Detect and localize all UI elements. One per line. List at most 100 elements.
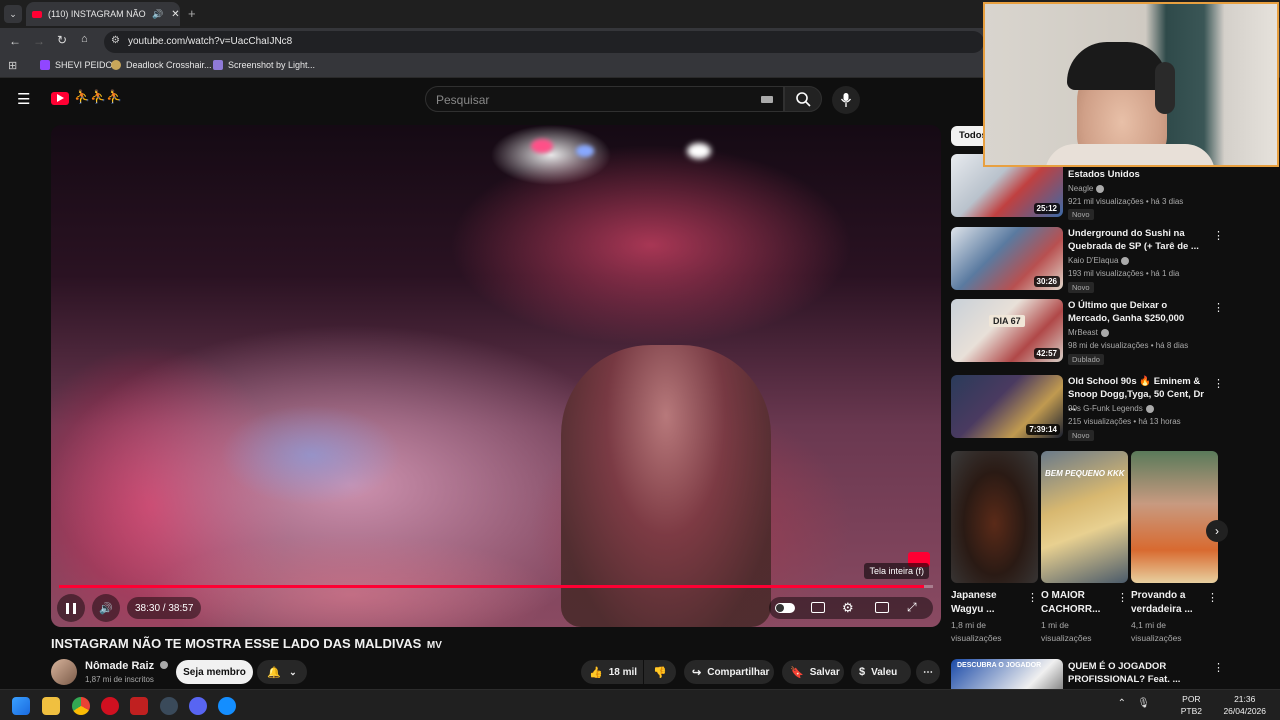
more-options-icon[interactable]: ⋮: [1213, 661, 1224, 674]
search-button[interactable]: [784, 86, 822, 112]
more-options-icon[interactable]: ⋮: [1027, 591, 1038, 604]
video-thumbnail[interactable]: 30:26: [951, 227, 1063, 290]
bookmark-icon: 🔖: [790, 666, 804, 679]
pause-button[interactable]: [57, 594, 85, 622]
video-player[interactable]: Tela inteira (f) 🔊 38:30 / 38:57 ⚙ ⤢: [51, 125, 941, 627]
app-icon[interactable]: [130, 697, 148, 715]
pause-icon: [66, 602, 76, 614]
video-thumbnail[interactable]: DESCUBRA O JOGADOR: [951, 659, 1063, 689]
share-button[interactable]: ↪ Compartilhar: [684, 660, 774, 684]
fullscreen-tooltip: Tela inteira (f): [864, 563, 929, 579]
home-icon[interactable]: ⌂: [81, 33, 88, 45]
video-thumbnail[interactable]: 7:39:14: [951, 375, 1063, 438]
bookmark-screenshot[interactable]: Screenshot by Light...: [213, 60, 315, 70]
save-label: Salvar: [809, 666, 840, 678]
channel-avatar[interactable]: [51, 659, 77, 685]
short-item[interactable]: BEM PEQUENO KKK O MAIOR CACHORR... 1 mi …: [1041, 451, 1128, 645]
windows-start-icon[interactable]: [12, 697, 30, 715]
short-title[interactable]: O MAIOR CACHORR...: [1041, 589, 1113, 617]
apps-grid-icon[interactable]: ⊞: [8, 59, 17, 72]
back-icon[interactable]: ←: [9, 34, 21, 48]
steam-icon[interactable]: [160, 697, 178, 715]
keyboard-layout: PTB2: [1180, 706, 1202, 716]
theater-mode-icon[interactable]: [875, 602, 889, 613]
video-meta: 921 mil visualizações • há 3 dias: [1068, 197, 1184, 206]
channel-name[interactable]: 90s G-Funk Legends: [1068, 404, 1154, 413]
short-item[interactable]: Japanese Wagyu ... 1,8 mi de visualizaçõ…: [951, 451, 1038, 645]
channel-text: Neagle: [1068, 184, 1094, 193]
more-options-icon[interactable]: ⋮: [1117, 591, 1128, 604]
short-views: 4,1 mi de visualizações: [1131, 620, 1182, 643]
channel-name[interactable]: Neagle: [1068, 184, 1105, 193]
short-title[interactable]: Provando a verdadeira ...: [1131, 589, 1203, 617]
hamburger-menu-icon[interactable]: ☰: [17, 90, 30, 108]
tray-mic-icon[interactable]: 🎙: [1137, 698, 1150, 709]
voice-search-button[interactable]: [832, 86, 860, 114]
notifications-button[interactable]: 🔔 ⌄: [257, 660, 307, 684]
subtitles-icon[interactable]: [811, 602, 825, 613]
site-info-icon[interactable]: ⚙: [111, 35, 120, 46]
search-input[interactable]: Pesquisar: [425, 86, 784, 112]
browser-tab-active[interactable]: (110) INSTAGRAM NÃO TE 🔊 ✕: [26, 2, 180, 26]
channel-name[interactable]: MrBeast: [1068, 328, 1109, 337]
microphone-icon: [840, 93, 852, 107]
chrome-icon[interactable]: [72, 697, 90, 715]
youtube-logo-icon[interactable]: [51, 92, 69, 105]
more-options-icon[interactable]: ⋮: [1207, 591, 1218, 604]
recommendation-item[interactable]: DIA 67 42:57 O Último que Deixar o Merca…: [951, 299, 1231, 365]
save-button[interactable]: 🔖 Salvar: [782, 660, 844, 684]
video-thumbnail[interactable]: DIA 67 42:57: [951, 299, 1063, 362]
language-indicator[interactable]: POR PTB2: [1181, 693, 1202, 717]
more-actions-button[interactable]: ⋯: [916, 660, 940, 684]
shorts-next-button[interactable]: ›: [1206, 520, 1228, 542]
battlenet-icon[interactable]: [218, 697, 236, 715]
stage-light: [687, 143, 711, 159]
more-options-icon[interactable]: ⋮: [1213, 301, 1224, 314]
short-title[interactable]: Japanese Wagyu ...: [951, 589, 1023, 617]
bookmark-shevi-peido[interactable]: SHEVI PEIDO: [40, 60, 113, 70]
short-item[interactable]: Provando a verdadeira ... 4,1 mi de visu…: [1131, 451, 1218, 645]
fullscreen-icon[interactable]: ⤢: [907, 600, 917, 615]
close-tab-icon[interactable]: ✕: [171, 9, 179, 20]
volume-button[interactable]: 🔊: [92, 594, 120, 622]
video-title[interactable]: Estados Unidos: [1068, 168, 1208, 181]
short-thumbnail[interactable]: BEM PEQUENO KKK: [1041, 451, 1128, 583]
progress-bar[interactable]: [59, 585, 933, 588]
doodle-logo-icon[interactable]: ⛹⛹⛹: [74, 89, 123, 105]
more-options-icon[interactable]: ⋮: [1213, 229, 1224, 242]
recommendation-item[interactable]: 7:39:14 Old School 90s 🔥 Eminem & Snoop …: [951, 375, 1231, 441]
short-thumbnail[interactable]: [1131, 451, 1218, 583]
discord-icon[interactable]: [189, 697, 207, 715]
dislike-button[interactable]: 👎: [644, 660, 676, 684]
like-button[interactable]: 👍 18 mil: [581, 660, 643, 684]
tab-list-button[interactable]: ⌄: [4, 5, 22, 23]
channel-name[interactable]: Nômade Raiz: [85, 660, 169, 672]
opera-icon[interactable]: [101, 697, 119, 715]
channel-text: MrBeast: [1068, 328, 1098, 337]
join-label: Seja membro: [183, 666, 246, 678]
speaker-icon[interactable]: 🔊: [152, 9, 163, 20]
channel-name[interactable]: Kaio D'Elaqua: [1068, 256, 1130, 265]
recommendation-item[interactable]: 30:26 Underground do Sushi na Quebrada d…: [951, 227, 1231, 293]
autoplay-toggle[interactable]: [775, 603, 795, 613]
bookmark-deadlock-crosshair[interactable]: Deadlock Crosshair...: [111, 60, 212, 70]
join-button[interactable]: Seja membro: [176, 660, 253, 684]
clock[interactable]: 21:36 26/04/2026: [1223, 693, 1266, 717]
video-title[interactable]: Underground do Sushi na Quebrada de SP (…: [1068, 227, 1208, 253]
thanks-button[interactable]: $ Valeu: [851, 660, 911, 684]
tray-chevron-icon[interactable]: ⌃: [1118, 698, 1126, 709]
short-thumbnail[interactable]: [951, 451, 1038, 583]
address-bar[interactable]: ⚙ youtube.com/watch?v=UacChaIJNc8: [104, 31, 984, 53]
short-views: 1 mi de visualizações: [1041, 620, 1092, 643]
video-title[interactable]: QUEM É O JOGADOR PROFISSIONAL? Feat. ...: [1068, 660, 1208, 686]
reload-icon[interactable]: ↻: [57, 33, 67, 47]
settings-icon[interactable]: ⚙: [842, 600, 854, 616]
video-title[interactable]: O Último que Deixar o Mercado, Ganha $25…: [1068, 299, 1208, 325]
new-tab-button[interactable]: +: [188, 6, 196, 21]
file-explorer-icon[interactable]: [42, 697, 60, 715]
recommendation-item[interactable]: DESCUBRA O JOGADOR QUEM É O JOGADOR PROF…: [951, 659, 1231, 689]
keyboard-icon[interactable]: [761, 96, 773, 103]
more-options-icon[interactable]: ⋮: [1213, 377, 1224, 390]
forward-icon[interactable]: →: [33, 34, 45, 48]
video-title: INSTAGRAM NÃO TE MOSTRA ESSE LADO DAS MA…: [51, 636, 442, 651]
